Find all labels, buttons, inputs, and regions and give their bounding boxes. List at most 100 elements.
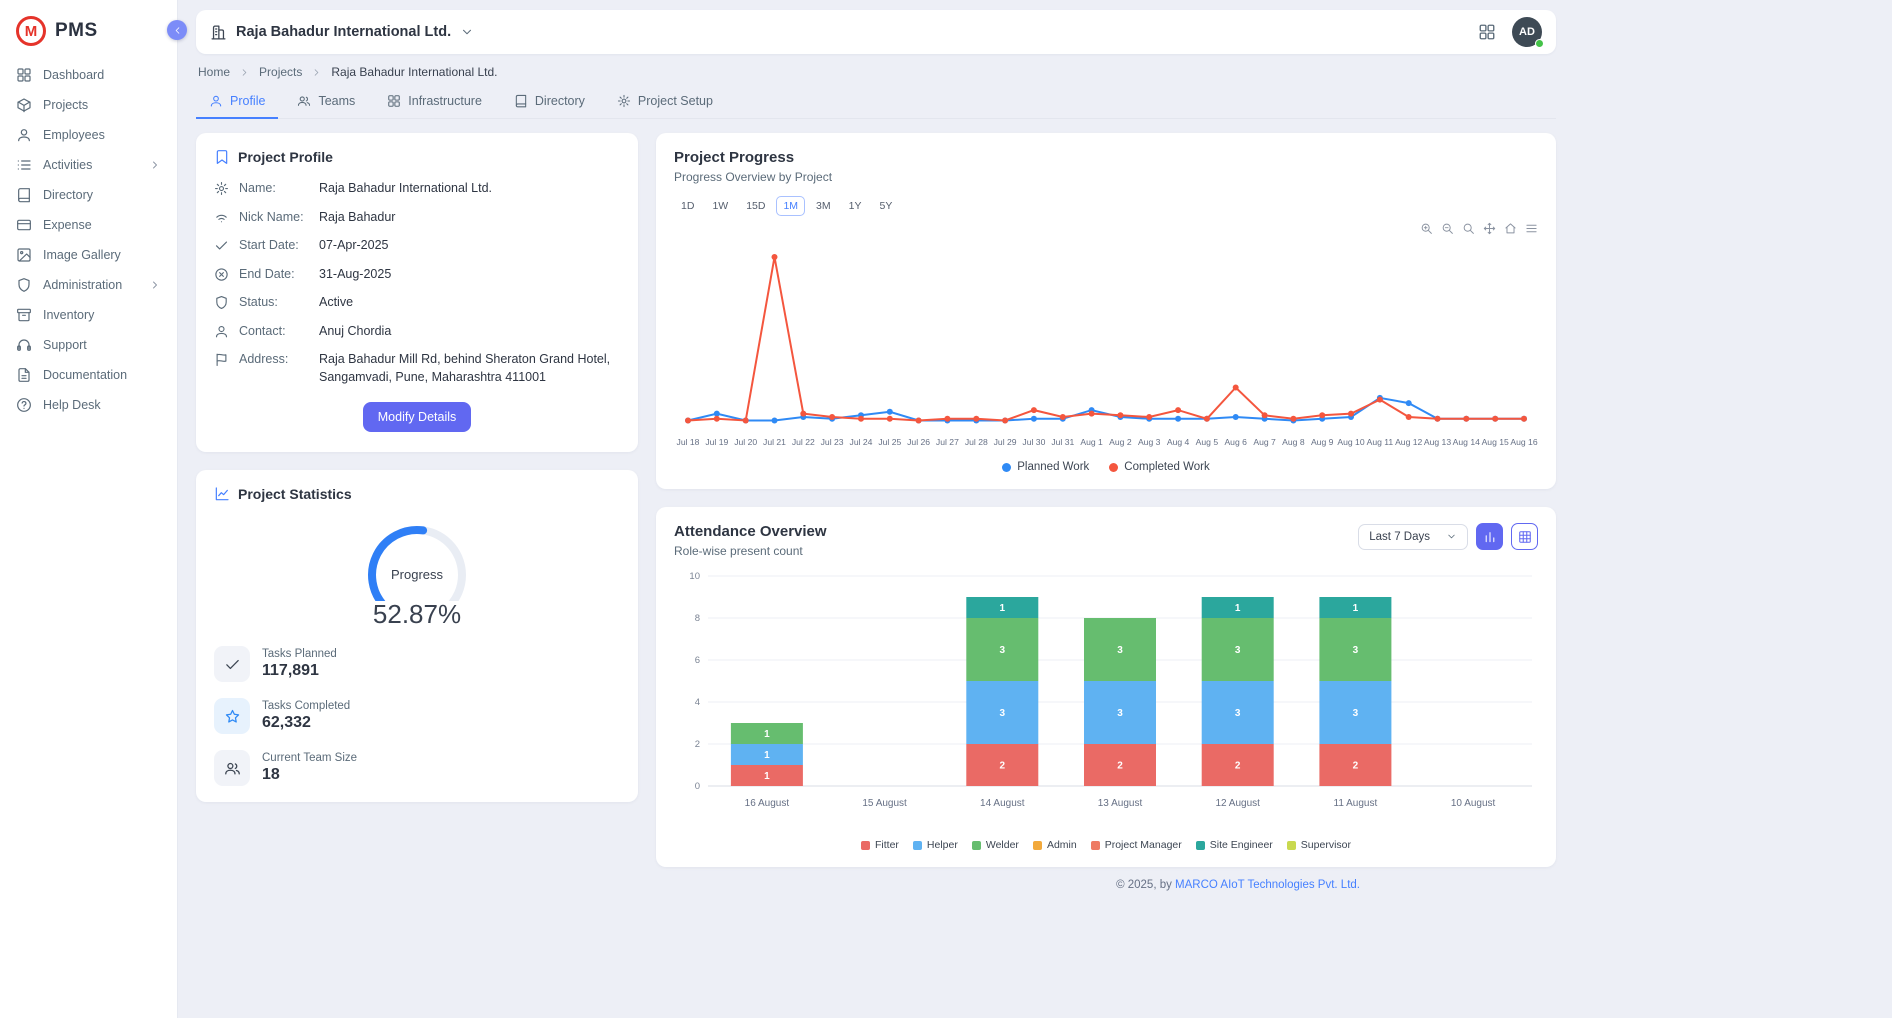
flag-icon — [214, 352, 229, 367]
users-icon — [224, 760, 241, 777]
autoscale-icon[interactable] — [1462, 222, 1475, 235]
range-1d-button[interactable]: 1D — [674, 196, 701, 216]
pan-icon[interactable] — [1483, 222, 1496, 235]
box-icon — [16, 97, 32, 113]
circle-x-icon — [214, 267, 229, 282]
svg-text:2: 2 — [1235, 761, 1241, 772]
zoom-in-icon[interactable] — [1420, 222, 1433, 235]
svg-text:Jul 19: Jul 19 — [705, 437, 728, 447]
legend-item[interactable]: Project Manager — [1091, 839, 1182, 851]
sidebar-item-image-gallery[interactable]: Image Gallery — [0, 240, 177, 270]
tab-label: Profile — [230, 94, 265, 108]
attendance-overview-card: Attendance Overview Role-wise present co… — [656, 507, 1556, 867]
table-view-button[interactable] — [1511, 523, 1538, 550]
legend-swatch — [1196, 841, 1205, 850]
time-range-selector: 1D 1W 15D 1M 3M 1Y 5Y — [674, 196, 1538, 216]
sidebar-item-expense[interactable]: Expense — [0, 210, 177, 240]
sidebar-item-inventory[interactable]: Inventory — [0, 300, 177, 330]
line-chart[interactable]: Jul 18Jul 19Jul 20Jul 21Jul 22Jul 23Jul … — [674, 242, 1538, 454]
breadcrumb-projects[interactable]: Projects — [259, 65, 302, 79]
sidebar-item-employees[interactable]: Employees — [0, 120, 177, 150]
range-5y-button[interactable]: 5Y — [872, 196, 899, 216]
apps-grid-icon[interactable] — [1478, 23, 1496, 41]
svg-text:Aug 2: Aug 2 — [1109, 437, 1132, 447]
bar-chart[interactable]: 024681016 August11115 August14 August233… — [674, 568, 1538, 830]
sidebar-item-projects[interactable]: Projects — [0, 90, 177, 120]
svg-text:2: 2 — [1353, 761, 1359, 772]
check-icon — [224, 656, 241, 673]
field-value: Raja Bahadur — [319, 209, 395, 227]
menu-icon[interactable] — [1525, 222, 1538, 235]
bar-chart-view-button[interactable] — [1476, 523, 1503, 550]
legend-item[interactable]: Helper — [913, 839, 958, 851]
bookmark-icon — [214, 149, 230, 165]
field-value: 31-Aug-2025 — [319, 266, 391, 284]
dashboard-icon — [16, 67, 32, 83]
attendance-card-subtitle: Role-wise present count — [674, 544, 827, 558]
field-label: End Date: — [239, 266, 309, 281]
chevron-down-icon — [1446, 531, 1457, 542]
legend-item[interactable]: Welder — [972, 839, 1019, 851]
sidebar-collapse-button[interactable] — [167, 20, 187, 40]
range-1y-button[interactable]: 1Y — [842, 196, 869, 216]
svg-text:3: 3 — [1353, 708, 1359, 719]
profile-field-end-date: End Date: 31-Aug-2025 — [214, 266, 620, 284]
svg-text:1: 1 — [764, 750, 770, 761]
sidebar-item-dashboard[interactable]: Dashboard — [0, 60, 177, 90]
zoom-out-icon[interactable] — [1441, 222, 1454, 235]
tab-infrastructure[interactable]: Infrastructure — [374, 86, 495, 119]
range-1m-button[interactable]: 1M — [776, 196, 805, 216]
sidebar-item-support[interactable]: Support — [0, 330, 177, 360]
field-label: Contact: — [239, 323, 309, 338]
tab-teams[interactable]: Teams — [284, 86, 368, 119]
tab-project-setup[interactable]: Project Setup — [604, 86, 726, 119]
footer: © 2025, by MARCO AIoT Technologies Pvt. … — [196, 867, 1556, 905]
sidebar-item-activities[interactable]: Activities — [0, 150, 177, 180]
sidebar-item-administration[interactable]: Administration — [0, 270, 177, 300]
app-logo[interactable]: M PMS — [0, 6, 177, 60]
range-15d-button[interactable]: 15D — [739, 196, 772, 216]
footer-company-link[interactable]: MARCO AIoT Technologies Pvt. Ltd. — [1175, 879, 1360, 891]
building-icon — [210, 24, 227, 41]
sidebar-item-label: Projects — [43, 98, 88, 112]
sidebar-item-documentation[interactable]: Documentation — [0, 360, 177, 390]
chevron-down-icon — [460, 25, 474, 39]
svg-text:Aug 7: Aug 7 — [1253, 437, 1276, 447]
range-3m-button[interactable]: 3M — [809, 196, 838, 216]
company-name: Raja Bahadur International Ltd. — [236, 24, 451, 40]
avatar[interactable]: AD — [1512, 17, 1542, 47]
field-label: Name: — [239, 180, 309, 195]
field-label: Start Date: — [239, 237, 309, 252]
legend-item[interactable]: Admin — [1033, 839, 1077, 851]
svg-text:16 August: 16 August — [745, 798, 790, 809]
reset-home-icon[interactable] — [1504, 222, 1517, 235]
range-1w-button[interactable]: 1W — [705, 196, 735, 216]
date-range-select[interactable]: Last 7 Days — [1358, 524, 1468, 550]
sidebar-item-label: Image Gallery — [43, 248, 121, 262]
company-selector[interactable]: Raja Bahadur International Ltd. — [210, 24, 474, 41]
line-chart-legend: Planned Work Completed Work — [674, 461, 1538, 473]
svg-text:Aug 16: Aug 16 — [1510, 437, 1537, 447]
sidebar-item-label: Inventory — [43, 308, 94, 322]
legend-item[interactable]: Site Engineer — [1196, 839, 1273, 851]
legend-swatch — [913, 841, 922, 850]
sidebar-item-directory[interactable]: Directory — [0, 180, 177, 210]
svg-text:3: 3 — [1117, 645, 1123, 656]
legend-swatch — [1287, 841, 1296, 850]
bar-chart-icon — [1483, 530, 1497, 544]
breadcrumb-home[interactable]: Home — [198, 65, 230, 79]
legend-item[interactable]: Planned Work — [1002, 461, 1089, 473]
modify-details-button[interactable]: Modify Details — [363, 402, 472, 432]
field-value: Active — [319, 294, 353, 312]
tab-directory[interactable]: Directory — [501, 86, 598, 119]
sidebar-item-label: Documentation — [43, 368, 127, 382]
sidebar-item-label: Administration — [43, 278, 122, 292]
svg-text:13 August: 13 August — [1098, 798, 1143, 809]
sidebar-item-help-desk[interactable]: Help Desk — [0, 390, 177, 420]
legend-item[interactable]: Fitter — [861, 839, 899, 851]
legend-item[interactable]: Completed Work — [1109, 461, 1209, 473]
tab-profile[interactable]: Profile — [196, 86, 278, 119]
legend-item[interactable]: Supervisor — [1287, 839, 1351, 851]
image-icon — [16, 247, 32, 263]
archive-icon — [16, 307, 32, 323]
